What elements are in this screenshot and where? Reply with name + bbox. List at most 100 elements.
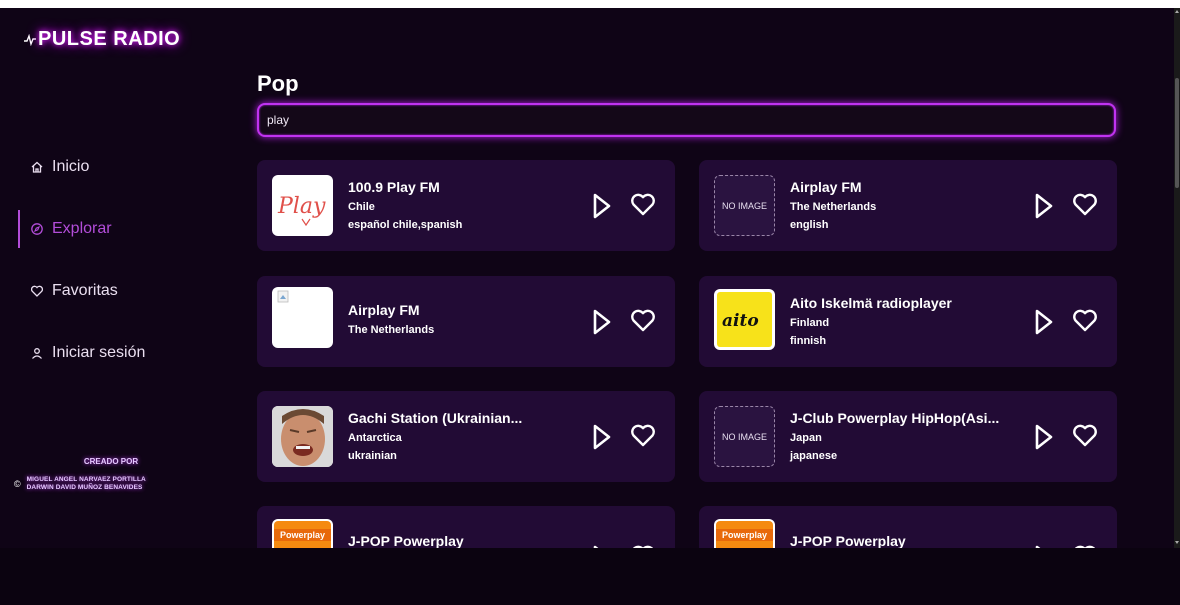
station-tags: english [790,219,829,231]
station-thumbnail: NO IMAGE [714,406,775,467]
sidebar-item-favoritas[interactable]: Favoritas [18,272,218,310]
station-info: Airplay FM The Netherlands [348,302,568,339]
sidebar-item-label: Favoritas [52,282,118,299]
station-thumbnail: NO IMAGE [714,175,775,236]
top-strip [0,0,1180,8]
station-card[interactable]: Play 100.9 Play FM Chile español chile,s… [257,160,675,251]
scroll-down-icon[interactable] [1175,541,1179,544]
home-icon [31,161,43,173]
sidebar-item-label: Iniciar sesión [52,344,146,361]
station-info: Aito Iskelmä radioplayer Finland finnish [790,295,1010,350]
heart-icon[interactable] [1071,190,1099,218]
station-thumbnail: aito [714,289,775,350]
app-logo-text: PULSE RADIO [38,28,181,50]
heart-icon [30,285,44,297]
heart-icon[interactable] [629,306,657,334]
station-tags: japanese [790,450,838,462]
svg-text:Play: Play [277,194,326,219]
powerplay-logo-text: Powerplay [280,530,325,540]
station-country: Chile [348,201,375,213]
powerplay-logo: Powerplay [274,521,331,548]
credits-row: © MIGUEL ANGEL NARVAEZ PORTILLA DARWIN D… [14,476,194,492]
heart-icon[interactable] [629,190,657,218]
station-name: J-Club Powerplay HipHop(Asi... [790,410,1000,426]
station-thumbnail: Play [272,175,333,236]
sidebar-item-explorar[interactable]: Explorar [18,210,218,248]
station-country: The Netherlands [348,324,435,336]
station-thumbnail: Powerplay [714,519,775,548]
heart-icon[interactable] [1071,421,1099,449]
station-name: J-POP Powerplay [790,533,906,548]
broken-image-icon [277,290,289,303]
station-country: Finland [790,317,830,329]
station-thumbnail [272,287,333,348]
station-info: 100.9 Play FM Chile español chile,spanis… [348,179,568,234]
no-image-label: NO IMAGE [721,431,767,442]
credits-title: CREADO POR [83,457,139,466]
station-name: Gachi Station (Ukrainian... [348,410,523,426]
play-icon[interactable] [592,192,612,220]
sidebar-item-iniciar-sesion[interactable]: Iniciar sesión [18,334,218,372]
play-icon[interactable] [592,308,612,336]
heart-icon[interactable] [1071,306,1099,334]
station-card[interactable]: Gachi Station (Ukrainian... Antarctica u… [257,391,675,482]
station-card[interactable]: aito Aito Iskelmä radioplayer Finland fi… [699,276,1117,367]
page-title: Pop [257,71,299,96]
search-input[interactable]: play [257,103,1116,137]
station-name: J-POP Powerplay [348,533,464,548]
play-icon[interactable] [1034,192,1054,220]
play-icon[interactable] [592,423,612,451]
play-fm-logo: Play [277,194,326,227]
station-country: The Netherlands [790,201,877,213]
station-tags: ukrainian [348,450,397,462]
app-logo[interactable]: PULSE RADIO [24,28,180,51]
credits-name: DARWIN DAVID MUÑOZ BENAVIDES [26,484,143,491]
station-name: Aito Iskelmä radioplayer [790,295,952,311]
pulse-icon [24,33,36,46]
credits-name: MIGUEL ANGEL NARVAEZ PORTILLA [26,476,146,483]
credits-names: MIGUEL ANGEL NARVAEZ PORTILLA DARWIN DAV… [27,476,146,492]
station-card[interactable]: Airplay FM The Netherlands [257,276,675,367]
bottom-player-bar [0,548,1180,605]
station-card[interactable]: NO IMAGE Airplay FM The Netherlands engl… [699,160,1117,251]
station-card[interactable]: Powerplay J-POP Powerplay [257,506,675,548]
station-info: Airplay FM The Netherlands english [790,179,1010,234]
station-name: 100.9 Play FM [348,179,440,195]
station-country: Antarctica [348,432,402,444]
face-photo [272,406,333,467]
station-country: Japan [790,432,822,444]
station-name: Airplay FM [348,302,420,318]
copyright-icon: © [14,479,21,489]
station-info: J-POP Powerplay [348,533,568,548]
no-image-label: NO IMAGE [721,200,767,211]
sidebar-item-inicio[interactable]: Inicio [18,148,218,186]
compass-icon [31,223,43,235]
station-info: J-POP Powerplay [790,533,1010,548]
powerplay-logo: Powerplay [716,521,773,548]
play-icon[interactable] [1034,308,1054,336]
station-tags: finnish [790,335,827,347]
heart-icon[interactable] [629,421,657,449]
station-info: J-Club Powerplay HipHop(Asi... Japan jap… [790,410,1010,465]
scroll-thumb[interactable] [1175,78,1179,188]
scrollbar[interactable] [1174,8,1180,548]
sidebar-nav: Inicio Explorar Favoritas Iniciar sesión [18,148,218,396]
scroll-up-icon[interactable] [1175,10,1179,13]
aito-logo: aito [717,292,772,347]
station-name: Airplay FM [790,179,862,195]
aito-logo-text: aito [722,311,759,331]
credits: CREADO POR © MIGUEL ANGEL NARVAEZ PORTIL… [14,457,194,492]
sidebar-item-label: Explorar [52,220,112,237]
user-icon [32,348,42,359]
station-card[interactable]: Powerplay J-POP Powerplay [699,506,1117,548]
play-icon[interactable] [1034,423,1054,451]
powerplay-logo-text: Powerplay [722,530,767,540]
station-card[interactable]: NO IMAGE J-Club Powerplay HipHop(Asi... … [699,391,1117,482]
station-tags: español chile,spanish [348,219,463,231]
search-value: play [267,113,290,127]
sidebar-item-label: Inicio [52,158,90,175]
station-thumbnail: Powerplay [272,519,333,548]
station-thumbnail [272,406,333,467]
app-window: PULSE RADIO Inicio Explorar Favoritas In… [0,8,1174,548]
station-info: Gachi Station (Ukrainian... Antarctica u… [348,410,568,465]
